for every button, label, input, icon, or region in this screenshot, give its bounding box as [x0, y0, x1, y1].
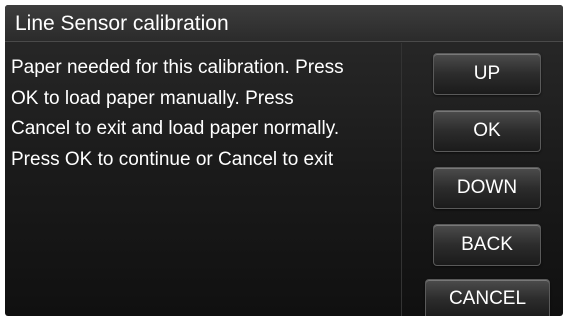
message-line: Paper needed for this calibration. Press: [11, 57, 344, 78]
message-line: Press OK to continue or Cancel to exit: [11, 148, 334, 170]
title-bar: Line Sensor calibration: [5, 5, 563, 42]
back-button[interactable]: BACK: [433, 224, 541, 266]
message-line: Cancel to exit and load paper normally.: [11, 118, 340, 139]
message-line: OK to load paper manually. Press: [11, 87, 294, 109]
divider: [401, 43, 402, 316]
up-button[interactable]: UP: [433, 53, 541, 95]
control-panel-screen: Line Sensor calibration Paper needed for…: [5, 5, 563, 316]
instruction-message: Paper needed for this calibration. Press…: [11, 53, 396, 175]
down-button[interactable]: DOWN: [433, 167, 541, 209]
cancel-button[interactable]: CANCEL: [425, 279, 550, 316]
page-title: Line Sensor calibration: [15, 12, 229, 35]
ok-button[interactable]: OK: [433, 110, 541, 152]
